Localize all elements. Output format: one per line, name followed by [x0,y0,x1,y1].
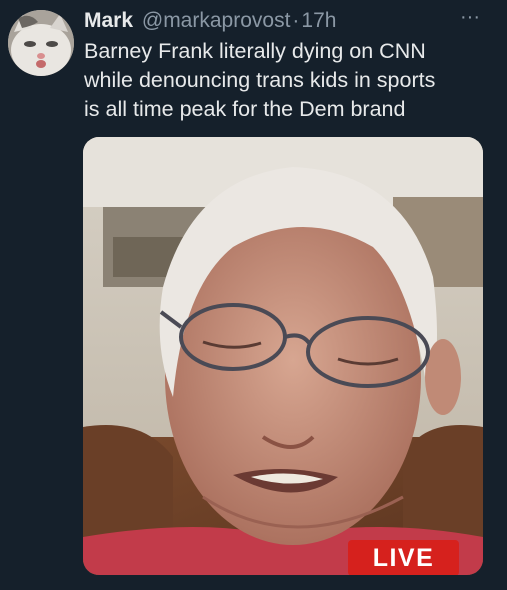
live-badge: LIVE [348,540,459,575]
tweet-header: Mark @markaprovost·17h [84,8,463,34]
tweet-timestamp[interactable]: 17h [301,9,336,32]
video-frame-image [83,137,483,575]
tweet-text: Barney Frank literally dying on CNN whil… [84,39,436,121]
cat-avatar-image [8,10,74,76]
author-handle[interactable]: @markaprovost [142,9,291,32]
author-name[interactable]: Mark [84,9,133,32]
avatar[interactable] [8,10,74,76]
previous-content-edge [0,0,507,6]
tweet-actions-edge [0,578,507,590]
tweet-video[interactable]: LIVE [83,137,483,575]
more-options-icon[interactable]: ··· [455,7,485,30]
header-separator: · [292,9,300,32]
